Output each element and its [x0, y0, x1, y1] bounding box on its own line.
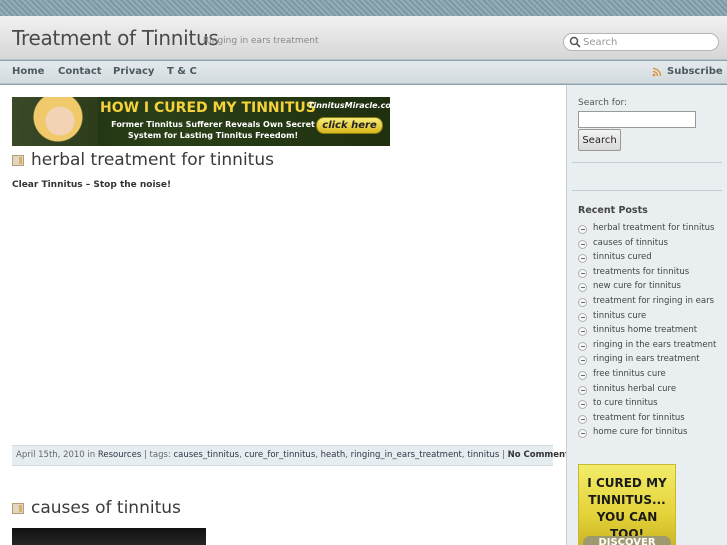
- site-tagline: Ringing in ears treatment: [203, 36, 319, 46]
- list-item: home cure for tinnitus: [578, 427, 716, 442]
- recent-posts-list: herbal treatment for tinnitus causes of …: [578, 223, 716, 442]
- recent-post-link[interactable]: tinnitus herbal cure: [593, 384, 676, 394]
- post-icon: [12, 503, 24, 514]
- recent-post-link[interactable]: ringing in ears treatment: [593, 354, 700, 364]
- tinnitus-miracle-banner[interactable]: HOW I CURED MY TINNITUS TinnitusMiracle.…: [12, 97, 390, 146]
- recent-post-link[interactable]: ringing in the ears treatment: [593, 340, 716, 350]
- subscribe-link[interactable]: Subscribe: [667, 66, 723, 77]
- post-in-label: in: [87, 450, 96, 460]
- ad-discover-button[interactable]: DISCOVER: [583, 536, 671, 545]
- header-search-box[interactable]: [563, 33, 719, 51]
- recent-posts-heading: Recent Posts: [578, 205, 648, 216]
- list-item: tinnitus cured: [578, 252, 716, 267]
- recent-post-link[interactable]: herbal treatment for tinnitus: [593, 223, 715, 233]
- post-tags-label: | tags:: [143, 450, 171, 460]
- post-excerpt: Clear Tinnitus – Stop the noise!: [12, 180, 172, 190]
- list-item: tinnitus herbal cure: [578, 384, 716, 399]
- site-header: Treatment of Tinnitus Ringing in ears tr…: [0, 16, 727, 60]
- search-icon: [569, 36, 581, 48]
- arrow-bullet-icon: [578, 312, 587, 322]
- arrow-bullet-icon: [578, 400, 587, 410]
- comments-link[interactable]: No Comments: [508, 450, 575, 460]
- post-title[interactable]: causes of tinnitus: [31, 498, 181, 518]
- recent-post-link[interactable]: treatments for tinnitus: [593, 267, 689, 277]
- post-date: April 15th, 2010: [16, 450, 85, 460]
- list-item: ringing in ears treatment: [578, 354, 716, 369]
- list-item: to cure tinnitus: [578, 398, 716, 413]
- list-item: tinnitus home treatment: [578, 325, 716, 340]
- site-title[interactable]: Treatment of Tinnitus: [12, 26, 219, 50]
- nav-item-contact[interactable]: Contact: [58, 66, 102, 77]
- arrow-bullet-icon: [578, 268, 587, 278]
- top-decorative-strip: [0, 0, 727, 16]
- banner-brand: TinnitusMiracle.com: [308, 101, 390, 110]
- banner-click-button[interactable]: click here: [316, 117, 383, 134]
- list-item: causes of tinnitus: [578, 238, 716, 253]
- arrow-bullet-icon: [578, 370, 587, 380]
- ad-line: TINNITUS...: [588, 493, 666, 507]
- main-content: HOW I CURED MY TINNITUS TinnitusMiracle.…: [0, 85, 574, 545]
- header-search-input[interactable]: [583, 35, 713, 49]
- sidebar-search-button[interactable]: Search: [578, 129, 621, 151]
- nav-item-home[interactable]: Home: [12, 66, 44, 77]
- sidebar-ad-banner[interactable]: I CURED MY TINNITUS... YOU CAN TOO! DISC…: [578, 464, 676, 545]
- list-item: treatments for tinnitus: [578, 267, 716, 282]
- post-image: [12, 528, 206, 545]
- recent-post-link[interactable]: new cure for tinnitus: [593, 281, 681, 291]
- nav-item-terms[interactable]: T & C: [167, 66, 197, 77]
- tag-link[interactable]: heath: [321, 450, 346, 460]
- arrow-bullet-icon: [578, 385, 587, 395]
- sidebar-search-label: Search for:: [578, 98, 628, 108]
- post-meta: April 15th, 2010 in Resources | tags: ca…: [12, 445, 574, 466]
- recent-post-link[interactable]: tinnitus home treatment: [593, 325, 697, 335]
- recent-post-link[interactable]: treatment for tinnitus: [593, 413, 685, 423]
- arrow-bullet-icon: [578, 414, 587, 424]
- list-item: free tinnitus cure: [578, 369, 716, 384]
- rss-icon[interactable]: [652, 67, 662, 77]
- tag-link[interactable]: cure_for_tinnitus: [244, 450, 315, 460]
- post-icon: [12, 155, 24, 166]
- arrow-bullet-icon: [578, 327, 587, 337]
- arrow-bullet-icon: [578, 429, 587, 439]
- list-item: treatment for tinnitus: [578, 413, 716, 428]
- post-category-link[interactable]: Resources: [98, 450, 141, 460]
- list-item: ringing in the ears treatment: [578, 340, 716, 355]
- post-title[interactable]: herbal treatment for tinnitus: [31, 150, 274, 170]
- sidebar-search-input[interactable]: [578, 111, 696, 128]
- recent-post-link[interactable]: treatment for ringing in ears: [593, 296, 714, 306]
- tag-link[interactable]: ringing_in_ears_treatment: [351, 450, 462, 460]
- arrow-bullet-icon: [578, 297, 587, 307]
- nav-item-privacy[interactable]: Privacy: [113, 66, 154, 77]
- ad-line: I CURED MY: [587, 476, 667, 490]
- list-item: treatment for ringing in ears: [578, 296, 716, 311]
- recent-post-link[interactable]: free tinnitus cure: [593, 369, 666, 379]
- sidebar: Search for: Search Recent Posts herbal t…: [566, 85, 727, 545]
- recent-post-link[interactable]: tinnitus cure: [593, 311, 646, 321]
- arrow-bullet-icon: [578, 225, 587, 234]
- arrow-bullet-icon: [578, 341, 587, 351]
- list-item: tinnitus cure: [578, 311, 716, 326]
- tag-link[interactable]: causes_tinnitus: [173, 450, 239, 460]
- arrow-bullet-icon: [578, 254, 587, 264]
- banner-subtext: Former Tinnitus Sufferer Reveals Own Sec…: [111, 120, 315, 140]
- arrow-bullet-icon: [578, 239, 587, 249]
- arrow-bullet-icon: [578, 283, 587, 293]
- ad-text: I CURED MY TINNITUS... YOU CAN TOO!: [579, 475, 675, 543]
- list-item: herbal treatment for tinnitus: [578, 223, 716, 238]
- divider: [572, 162, 722, 163]
- list-item: new cure for tinnitus: [578, 281, 716, 296]
- main-nav: Home Contact Privacy T & C Subscribe: [0, 61, 727, 84]
- recent-post-link[interactable]: home cure for tinnitus: [593, 427, 687, 437]
- banner-headline: HOW I CURED MY TINNITUS: [100, 100, 316, 116]
- recent-post-link[interactable]: to cure tinnitus: [593, 398, 658, 408]
- divider: [572, 190, 722, 191]
- recent-post-link[interactable]: tinnitus cured: [593, 252, 652, 262]
- banner-photo: [12, 97, 98, 146]
- arrow-bullet-icon: [578, 356, 587, 366]
- recent-post-link[interactable]: causes of tinnitus: [593, 238, 668, 248]
- tag-link[interactable]: tinnitus: [467, 450, 499, 460]
